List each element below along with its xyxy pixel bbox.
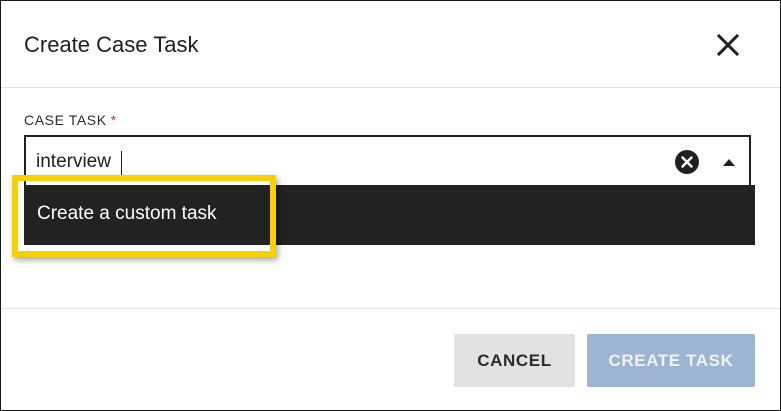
dropdown-toggle-button[interactable] xyxy=(716,149,742,175)
dialog-footer: CANCEL CREATE TASK xyxy=(1,308,780,411)
close-button[interactable] xyxy=(711,28,745,62)
text-cursor xyxy=(121,151,122,175)
dialog-header: Create Case Task xyxy=(1,1,780,88)
create-task-button[interactable]: CREATE TASK xyxy=(587,334,755,387)
case-task-label-text: CASE TASK xyxy=(24,112,107,128)
cancel-button[interactable]: CANCEL xyxy=(454,334,575,387)
clear-circle-icon xyxy=(675,150,699,174)
create-case-task-dialog: Create Case Task CASE TASK* Create a cus… xyxy=(0,0,781,411)
dialog-title: Create Case Task xyxy=(24,32,199,57)
caret-up-icon xyxy=(723,159,735,166)
case-task-dropdown: Create a custom task xyxy=(24,185,755,245)
case-task-label: CASE TASK * xyxy=(24,111,117,129)
required-asterisk: * xyxy=(110,112,117,128)
clear-button[interactable] xyxy=(674,149,700,175)
case-task-combobox[interactable] xyxy=(24,135,751,185)
case-task-input[interactable] xyxy=(36,147,636,177)
option-create-custom-task[interactable]: Create a custom task xyxy=(27,188,257,240)
close-icon xyxy=(716,33,740,57)
